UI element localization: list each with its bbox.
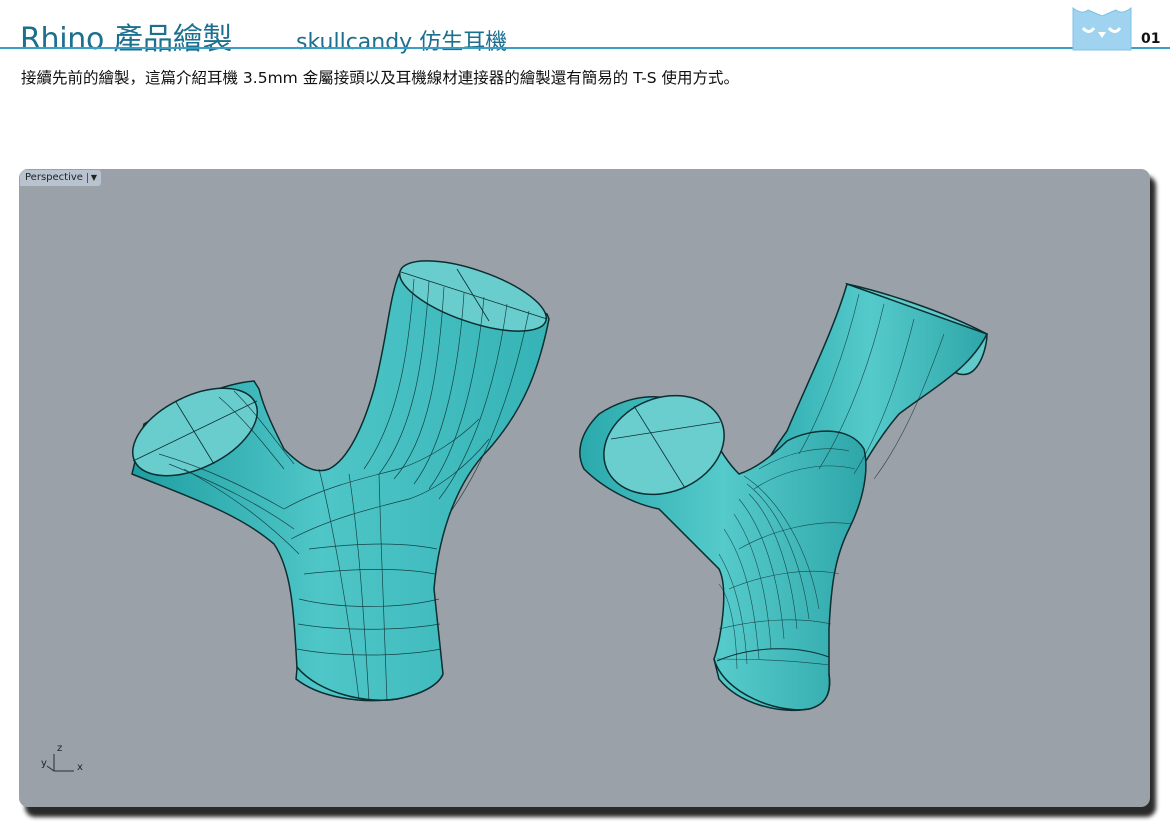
owl-logo-icon	[1072, 6, 1132, 51]
perspective-viewport[interactable]: Perspective ▼ z y x	[19, 169, 1150, 807]
axis-label-x: x	[77, 762, 83, 773]
page-subtitle: skullcandy 仿生耳機	[296, 30, 508, 55]
y-connector-right-model	[579, 282, 989, 711]
intro-paragraph: 接續先前的繪製，這篇介紹耳機 3.5mm 金屬接頭以及耳機線材連接器的繪製還有簡…	[21, 69, 740, 87]
y-connector-left-model	[131, 260, 550, 702]
axis-label-y: y	[41, 758, 47, 769]
axis-label-z: z	[57, 743, 62, 754]
viewport-scene: z y x	[41, 260, 989, 773]
header-divider	[0, 47, 1170, 49]
world-axis-icon	[46, 754, 74, 772]
page-number: 01	[1141, 31, 1161, 47]
page-title: Rhino 產品繪製	[20, 22, 233, 57]
